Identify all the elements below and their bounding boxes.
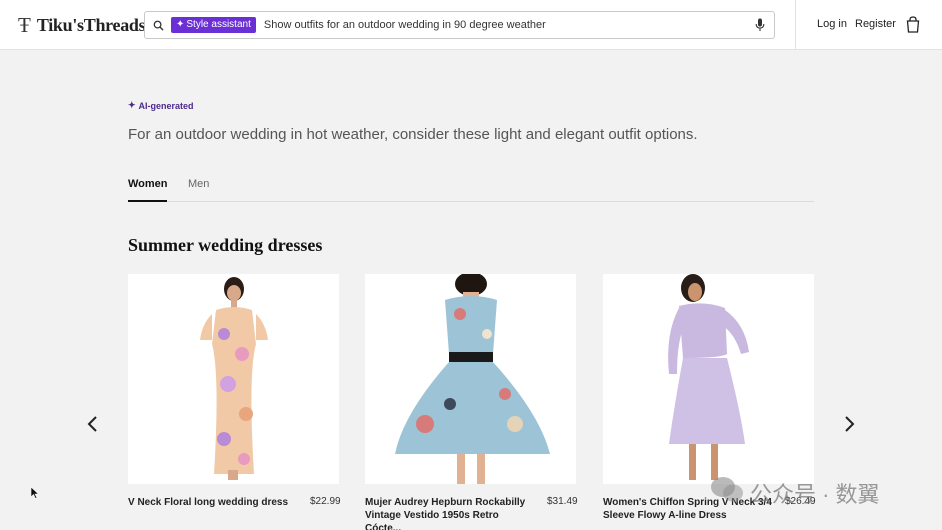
product-image-floral-long-dress[interactable] <box>128 274 339 484</box>
tab-women[interactable]: Women <box>128 178 168 202</box>
sparkle-icon: ✦ <box>176 19 185 30</box>
logo-text: Tiku'sThreads <box>36 14 146 35</box>
search-input[interactable] <box>263 19 744 31</box>
section-title: Summer wedding dresses <box>128 235 323 255</box>
top-header: Ŧ Tiku'sThreads ✦ Style assistant Log in… <box>0 0 942 50</box>
mouse-pointer-icon <box>30 486 40 504</box>
ai-summary-text: For an outdoor wedding in hot weather, c… <box>128 126 698 143</box>
product-name[interactable]: V Neck Floral long wedding dress <box>128 496 298 509</box>
header-divider <box>795 0 796 50</box>
store-logo[interactable]: Ŧ Tiku'sThreads <box>18 13 146 37</box>
ai-generated-tag: ✦ AI-generated <box>128 100 194 111</box>
product-image-vintage-dress[interactable] <box>365 274 576 484</box>
carousel-next-arrow-icon[interactable] <box>839 414 859 434</box>
product-price: $31.49 <box>547 496 578 507</box>
search-bar[interactable]: ✦ Style assistant <box>144 11 775 39</box>
style-assistant-label: Style assistant <box>186 19 251 30</box>
product-name[interactable]: Mujer Audrey Hepburn Rockabilly Vintage … <box>365 496 535 530</box>
watermark: 公众号 · 数翼 <box>710 476 880 510</box>
carousel-prev-arrow-icon[interactable] <box>83 414 103 434</box>
product-image-chiffon-dress[interactable] <box>603 274 814 484</box>
gender-tabs: Women Men <box>128 178 814 202</box>
product-price: $22.99 <box>310 496 341 507</box>
watermark-text: 公众号 · 数翼 <box>750 482 880 507</box>
register-link[interactable]: Register <box>855 18 896 30</box>
style-assistant-chip[interactable]: ✦ Style assistant <box>171 17 256 33</box>
sparkle-icon: ✦ <box>128 100 136 110</box>
shopping-bag-icon[interactable] <box>906 16 920 38</box>
ai-generated-label: AI-generated <box>138 100 194 111</box>
logo-mark: Ŧ <box>18 13 31 37</box>
search-icon <box>145 20 171 31</box>
microphone-icon[interactable] <box>755 18 765 37</box>
login-link[interactable]: Log in <box>817 18 847 30</box>
wechat-icon <box>710 476 744 510</box>
tab-men[interactable]: Men <box>188 178 209 202</box>
